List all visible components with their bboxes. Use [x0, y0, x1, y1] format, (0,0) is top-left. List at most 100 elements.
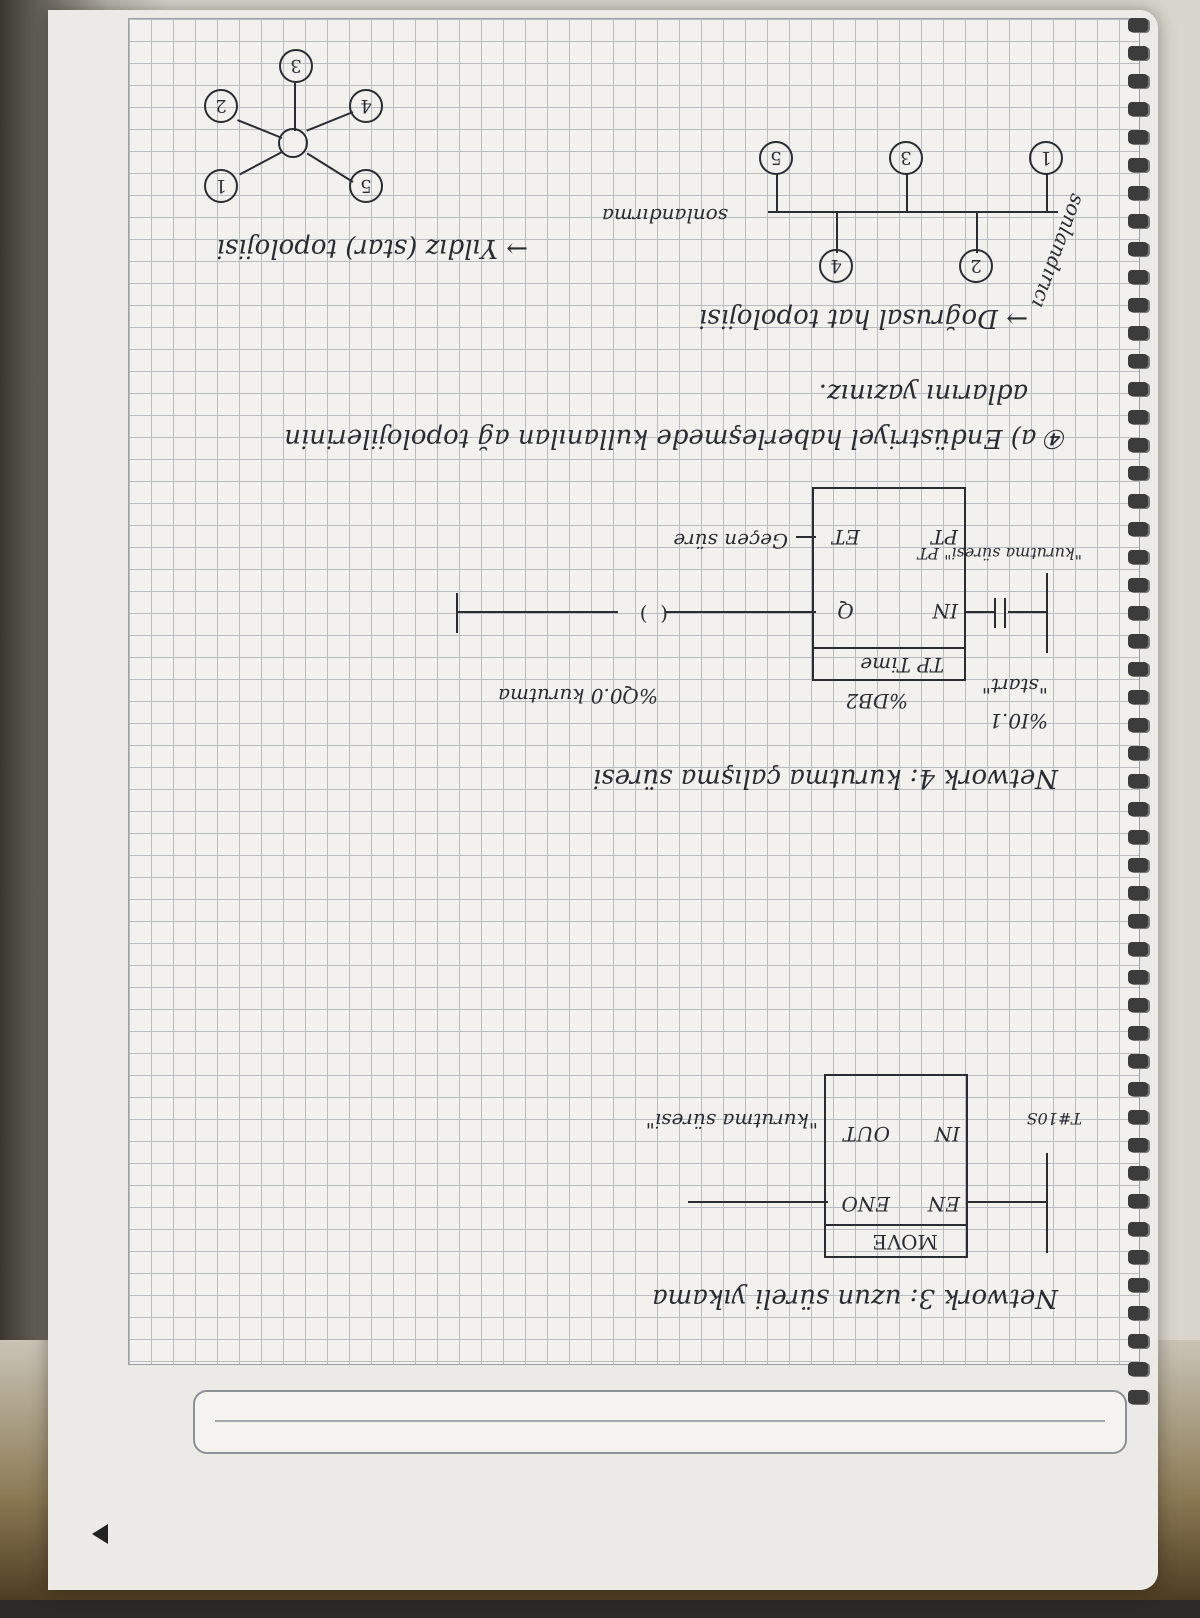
- binding-ring: [1128, 550, 1148, 564]
- tp-timer-block: TP Time IN Q PT ET: [812, 487, 966, 681]
- contact-bar-left: [1004, 598, 1006, 628]
- binding-ring: [1128, 718, 1148, 732]
- move-output-label: "kurutma süresi": [645, 1109, 818, 1133]
- star-link-4: [306, 111, 354, 132]
- timer-name: TP Time: [860, 653, 944, 677]
- binding-ring: [1128, 522, 1148, 536]
- bus-drop-1: [1046, 173, 1048, 213]
- binding-ring: [1128, 802, 1148, 816]
- bus-end-label: sonlandırma: [601, 204, 728, 228]
- star-topology-title: → Yıldız (star) topolojisi: [216, 233, 528, 263]
- binding-ring: [1128, 1250, 1148, 1264]
- binding-ring: [1128, 1390, 1148, 1404]
- binding-ring: [1128, 270, 1148, 284]
- binding-ring: [1128, 1082, 1148, 1096]
- contact-bar-right: [994, 598, 996, 628]
- contact-name: "start": [981, 674, 1048, 698]
- move-eno-wire: [688, 1201, 828, 1203]
- binding-ring: [1128, 914, 1148, 928]
- binding-ring: [1128, 746, 1148, 760]
- move-block: MOVE EN ENO IN OUT: [824, 1074, 968, 1258]
- timer-q-wire: [666, 611, 816, 613]
- binding-ring: [1128, 242, 1148, 256]
- binding-ring: [1128, 186, 1148, 200]
- bus-node-2: 2: [959, 249, 993, 283]
- binding-ring: [1128, 830, 1148, 844]
- binding-ring: [1128, 1138, 1148, 1152]
- contact-right-wire: [966, 611, 994, 613]
- timer-et-label: ET: [832, 525, 860, 549]
- star-node-1: 1: [204, 169, 238, 203]
- bus-terminator-label: sonlandırıcı: [1026, 190, 1091, 312]
- bus-node-1: 1: [1029, 141, 1063, 175]
- binding-ring: [1128, 1334, 1148, 1348]
- timer-q-label: Q: [837, 599, 854, 623]
- binding-ring: [1128, 102, 1148, 116]
- binding-ring: [1128, 970, 1148, 984]
- bus-drop-3: [906, 173, 908, 213]
- move-block-divider: [826, 1224, 966, 1226]
- timer-et-wire: [796, 536, 816, 538]
- star-node-2: 2: [204, 89, 238, 123]
- binding-ring: [1128, 578, 1148, 592]
- binding-ring: [1128, 354, 1148, 368]
- binding-ring: [1128, 1054, 1148, 1068]
- star-node-5: 5: [349, 169, 383, 203]
- page-corner-arrow-icon: [92, 1524, 108, 1544]
- bus-node-4: 4: [819, 249, 853, 283]
- contact-address: %I0.1: [989, 709, 1048, 733]
- binding-ring: [1128, 690, 1148, 704]
- timer-in-label: IN: [932, 599, 958, 623]
- et-label: Geçen süre: [673, 529, 788, 553]
- binding-ring: [1128, 130, 1148, 144]
- binding-ring: [1128, 1110, 1148, 1124]
- star-link-5: [306, 152, 354, 183]
- star-node-4: 4: [349, 89, 383, 123]
- handwritten-notes: Network 3: uzun süreli yıkama MOVE EN EN…: [128, 8, 1091, 1353]
- question4-line1: ④ a) Endüstriyel haberleşmede kullanılan…: [284, 423, 1068, 453]
- binding-ring: [1128, 46, 1148, 60]
- network3-title: Network 3: uzun süreli yıkama: [652, 1283, 1058, 1313]
- binding-ring: [1128, 858, 1148, 872]
- move-block-name: MOVE: [872, 1230, 938, 1254]
- output-coil-icon: ( ): [639, 603, 668, 627]
- binding-ring: [1128, 774, 1148, 788]
- contact-left-wire: [1008, 611, 1048, 613]
- move-eno-label: ENO: [841, 1192, 891, 1216]
- timer-block-divider: [814, 647, 964, 649]
- binding-ring: [1128, 326, 1148, 340]
- binding-ring: [1128, 942, 1148, 956]
- network4-power-rail: [1046, 573, 1048, 653]
- binding-ring: [1128, 466, 1148, 480]
- bus-node-5: 5: [759, 141, 793, 175]
- binding-ring: [1128, 606, 1148, 620]
- binding-ring: [1128, 634, 1148, 648]
- spiral-binding: [1128, 0, 1156, 1618]
- binding-ring: [1128, 214, 1148, 228]
- bus-drop-2: [976, 213, 978, 253]
- bus-topology-title: → Doğrusal hat topolojisi: [698, 303, 1028, 333]
- move-enable-wire: [968, 1201, 1048, 1203]
- page-title-box: [193, 1390, 1127, 1454]
- bus-drop-4: [836, 213, 838, 253]
- binding-ring: [1128, 382, 1148, 396]
- pt-label: "kurutma süresi" PT: [917, 544, 1082, 563]
- bus-node-3: 3: [889, 141, 923, 175]
- star-link-3: [294, 83, 296, 131]
- binding-ring: [1128, 1194, 1148, 1208]
- star-link-2: [237, 119, 283, 139]
- binding-ring: [1128, 298, 1148, 312]
- timer-db: %DB2: [845, 689, 908, 713]
- move-out-label: OUT: [843, 1122, 890, 1146]
- binding-ring: [1128, 662, 1148, 676]
- bus-line: [768, 211, 1058, 213]
- binding-ring: [1128, 1166, 1148, 1180]
- binding-ring: [1128, 1306, 1148, 1320]
- binding-ring: [1128, 18, 1148, 32]
- coil-label: %Q0.0 kurutma: [498, 684, 658, 708]
- star-node-3: 3: [279, 49, 313, 83]
- binding-ring: [1128, 1362, 1148, 1376]
- star-hub: [278, 128, 308, 158]
- network4-title: Network 4: kurutma çalışma süresi: [592, 763, 1058, 793]
- network4-right-rail: [456, 593, 458, 633]
